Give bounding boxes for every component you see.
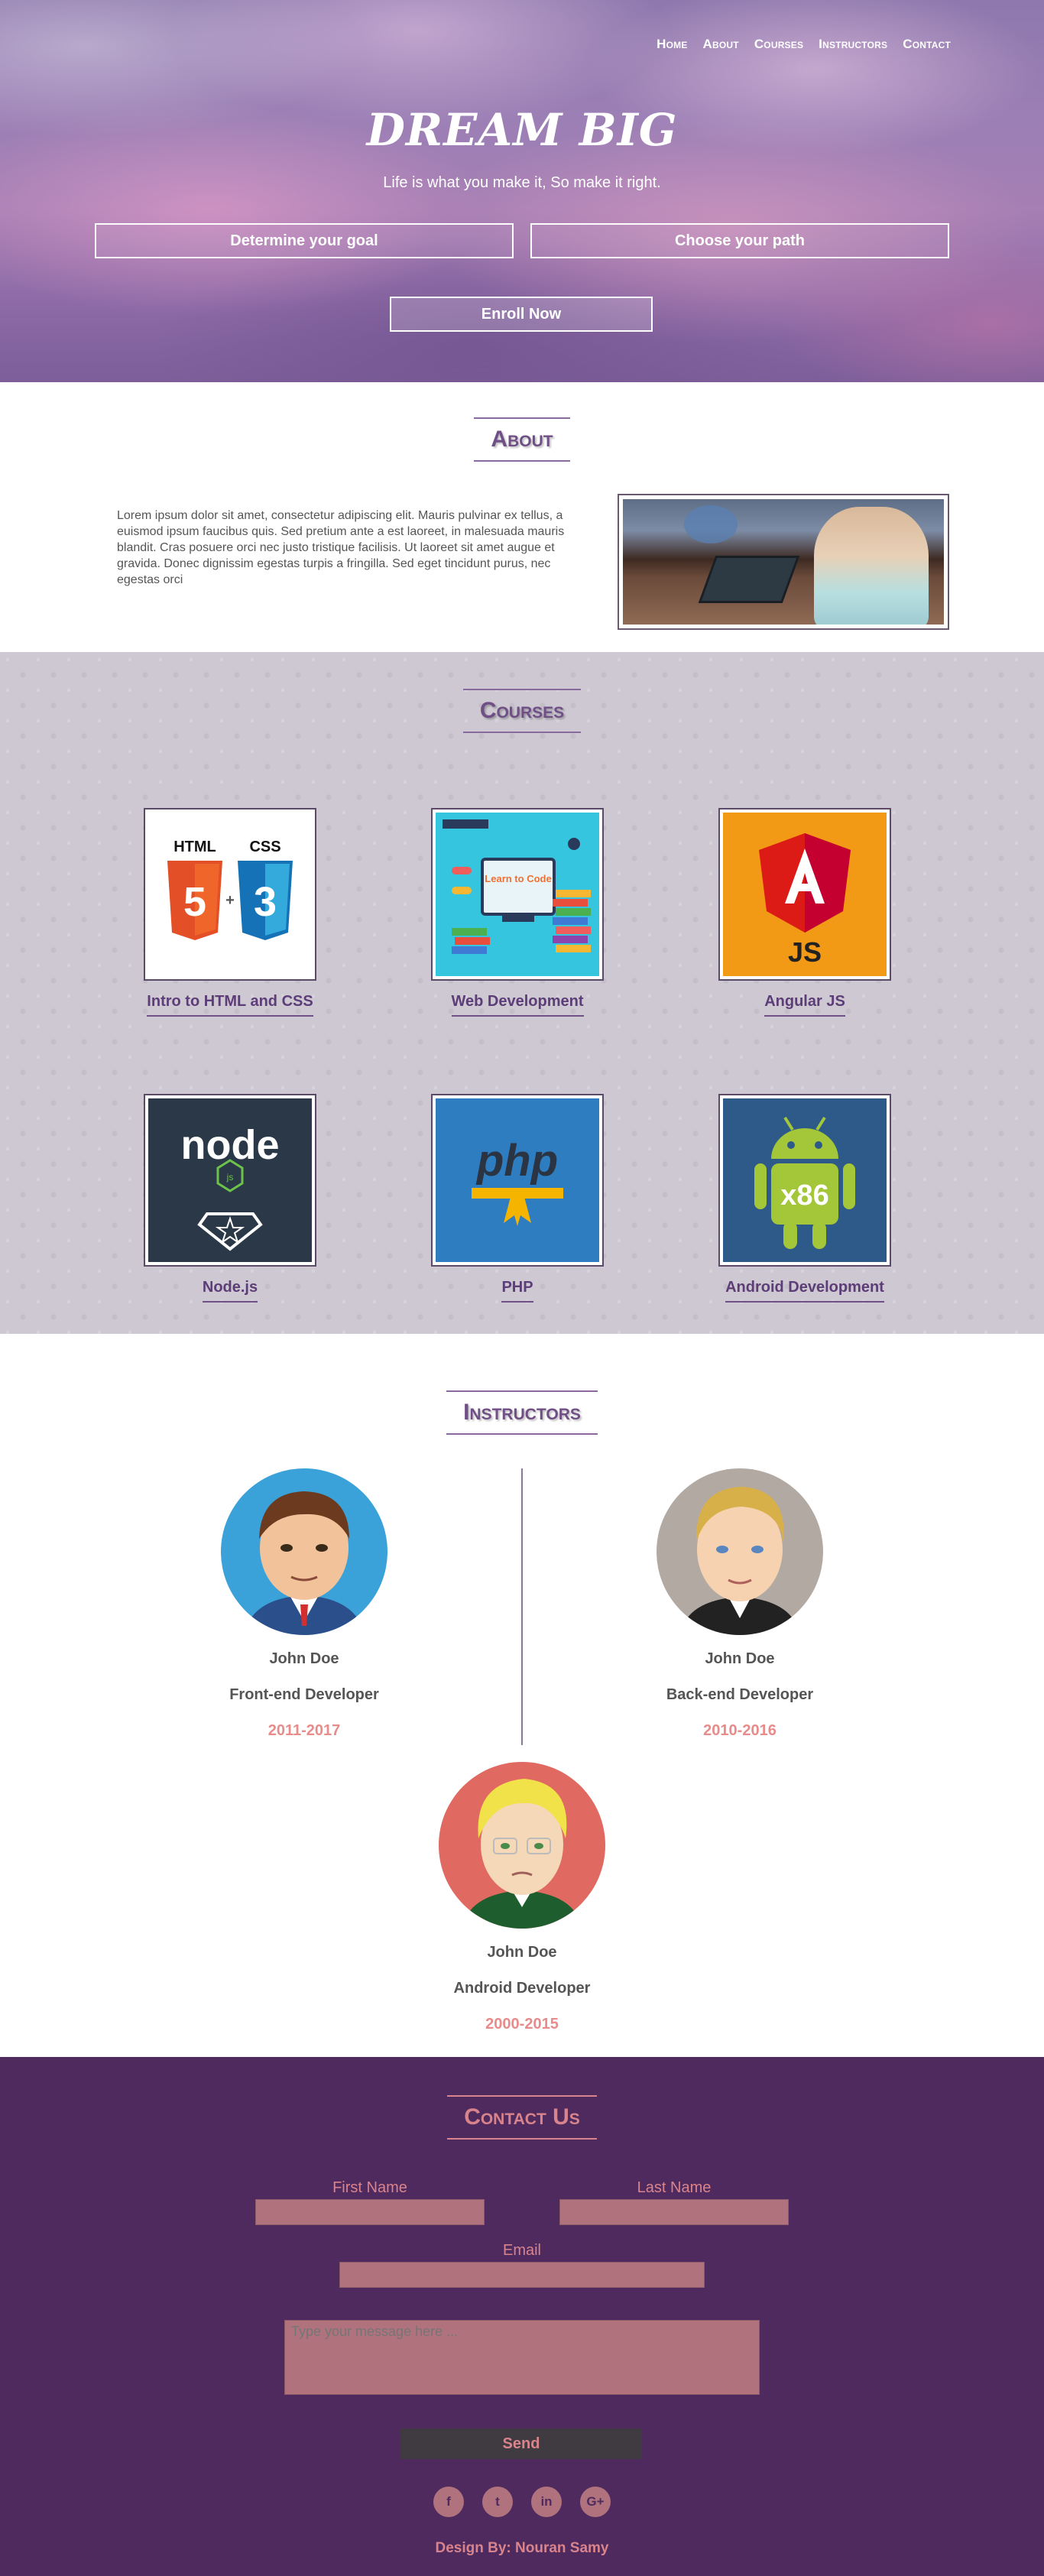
course-card-php[interactable]: php PHP <box>431 1094 604 1303</box>
about-image <box>618 494 949 630</box>
students-photo <box>623 499 944 625</box>
instructor-role: Android Developer <box>453 1980 591 1997</box>
last-name-field[interactable] <box>559 2199 789 2225</box>
course-card-angular[interactable]: JS Angular JS <box>718 808 891 1017</box>
course-image-frame: HTML CSS 5 + 3 <box>144 808 316 981</box>
nav-about[interactable]: About <box>703 37 739 52</box>
svg-text:HTML: HTML <box>173 839 216 855</box>
about-section: About Lorem ipsum dolor sit amet, consec… <box>0 382 1044 652</box>
google-plus-icon[interactable]: G+ <box>580 2487 611 2517</box>
nodejs-logo-icon: node js <box>148 1098 312 1262</box>
angular-logo-icon: JS <box>723 813 887 976</box>
instructors-title: Instructors <box>446 1390 598 1435</box>
email-label: Email <box>502 2242 541 2259</box>
course-label[interactable]: Web Development <box>451 993 584 1017</box>
course-label[interactable]: Intro to HTML and CSS <box>147 993 313 1017</box>
learn-to-code-icon: Learn to Code <box>436 813 599 976</box>
course-image-frame: Learn to Code <box>431 808 604 981</box>
course-illustration-text: php <box>475 1136 558 1186</box>
facebook-icon[interactable]: f <box>433 2487 464 2517</box>
instructor-role: Back-end Developer <box>666 1686 814 1703</box>
svg-text:3: 3 <box>254 879 277 925</box>
instructors-divider <box>521 1468 523 1745</box>
html-css-logo-icon: HTML CSS 5 + 3 <box>148 813 312 976</box>
first-name-field[interactable] <box>255 2199 485 2225</box>
course-label[interactable]: Node.js <box>202 1279 258 1303</box>
determine-goal-button[interactable]: Determine your goal <box>95 223 514 258</box>
social-links: f t in G+ <box>0 2487 1044 2517</box>
course-card-web-development[interactable]: Learn to Code Web Development <box>431 808 604 1017</box>
nav-instructors[interactable]: Instructors <box>819 37 887 52</box>
php-logo-icon: php <box>436 1098 599 1262</box>
instructor-avatar <box>439 1762 605 1929</box>
instructor-card: John Doe Front-end Developer 2011-2017 <box>190 1468 419 1740</box>
contact-title: Contact Us <box>447 2095 597 2140</box>
photo-student-boy <box>684 505 738 543</box>
nav-home[interactable]: Home <box>657 37 687 52</box>
svg-text:5: 5 <box>183 879 206 925</box>
courses-title: Courses <box>462 689 582 733</box>
about-title: About <box>474 417 570 462</box>
instructor-years: 2011-2017 <box>267 1722 341 1739</box>
instructor-years: 2000-2015 <box>485 2016 559 2033</box>
choose-path-button[interactable]: Choose your path <box>530 223 949 258</box>
instructors-section: Instructors John Doe Front-end Developer… <box>0 1334 1044 2057</box>
course-card-nodejs[interactable]: node js Node.js <box>144 1094 316 1303</box>
hero-section: Home About Courses Instructors Contact D… <box>0 0 1044 382</box>
courses-section: Courses HTML CSS 5 + 3 Intro to HTML and… <box>0 652 1044 1334</box>
course-image-frame: node js <box>144 1094 316 1267</box>
instructor-years: 2010-2016 <box>703 1722 777 1739</box>
send-button[interactable]: Send <box>400 2428 642 2459</box>
instructor-card: John Doe Android Developer 2000-2015 <box>407 1762 637 2033</box>
linkedin-icon[interactable]: in <box>531 2487 562 2517</box>
instructor-avatar <box>221 1468 387 1635</box>
course-illustration-text: x86 <box>780 1179 828 1212</box>
photo-student-girl <box>814 507 929 625</box>
course-image-frame: x86 <box>718 1094 891 1267</box>
nav-contact[interactable]: Contact <box>903 37 951 52</box>
course-illustration-text: JS <box>788 936 822 968</box>
message-field[interactable] <box>284 2320 760 2395</box>
svg-text:+: + <box>225 892 235 909</box>
last-name-label: Last Name <box>637 2179 712 2196</box>
course-illustration-text: Learn to Code <box>485 873 551 884</box>
contact-section: Contact Us First Name Last Name Email Se… <box>0 2057 1044 2576</box>
email-field[interactable] <box>339 2262 705 2288</box>
photo-tablet <box>698 556 800 603</box>
course-image-frame: php <box>431 1094 604 1267</box>
instructor-card: John Doe Back-end Developer 2010-2016 <box>625 1468 854 1740</box>
course-label[interactable]: Android Development <box>725 1279 884 1303</box>
about-text: Lorem ipsum dolor sit amet, consectetur … <box>117 509 565 586</box>
instructor-avatar <box>657 1468 823 1635</box>
main-nav: Home About Courses Instructors Contact <box>657 37 951 52</box>
svg-text:js: js <box>226 1172 234 1183</box>
footer-credit: Design By: Nouran Samy <box>435 2540 609 2556</box>
instructor-name: John Doe <box>269 1650 339 1667</box>
course-image-frame: JS <box>718 808 891 981</box>
instructor-role: Front-end Developer <box>229 1686 379 1703</box>
course-label[interactable]: PHP <box>501 1279 533 1303</box>
instructor-name: John Doe <box>487 1944 557 1961</box>
first-name-label: First Name <box>332 2179 407 2196</box>
android-x86-logo-icon: x86 <box>723 1098 887 1262</box>
nav-courses[interactable]: Courses <box>754 37 803 52</box>
enroll-now-button[interactable]: Enroll Now <box>390 297 653 332</box>
hero-title: DREAM BIG <box>366 104 678 156</box>
course-card-html-css[interactable]: HTML CSS 5 + 3 Intro to HTML and CSS <box>144 808 316 1017</box>
course-card-android[interactable]: x86 Android Development <box>718 1094 891 1303</box>
course-label[interactable]: Angular JS <box>764 993 845 1017</box>
instructor-name: John Doe <box>705 1650 775 1667</box>
hero-subtitle: Life is what you make it, So make it rig… <box>383 174 661 191</box>
svg-text:CSS: CSS <box>249 839 280 855</box>
twitter-icon[interactable]: t <box>482 2487 513 2517</box>
